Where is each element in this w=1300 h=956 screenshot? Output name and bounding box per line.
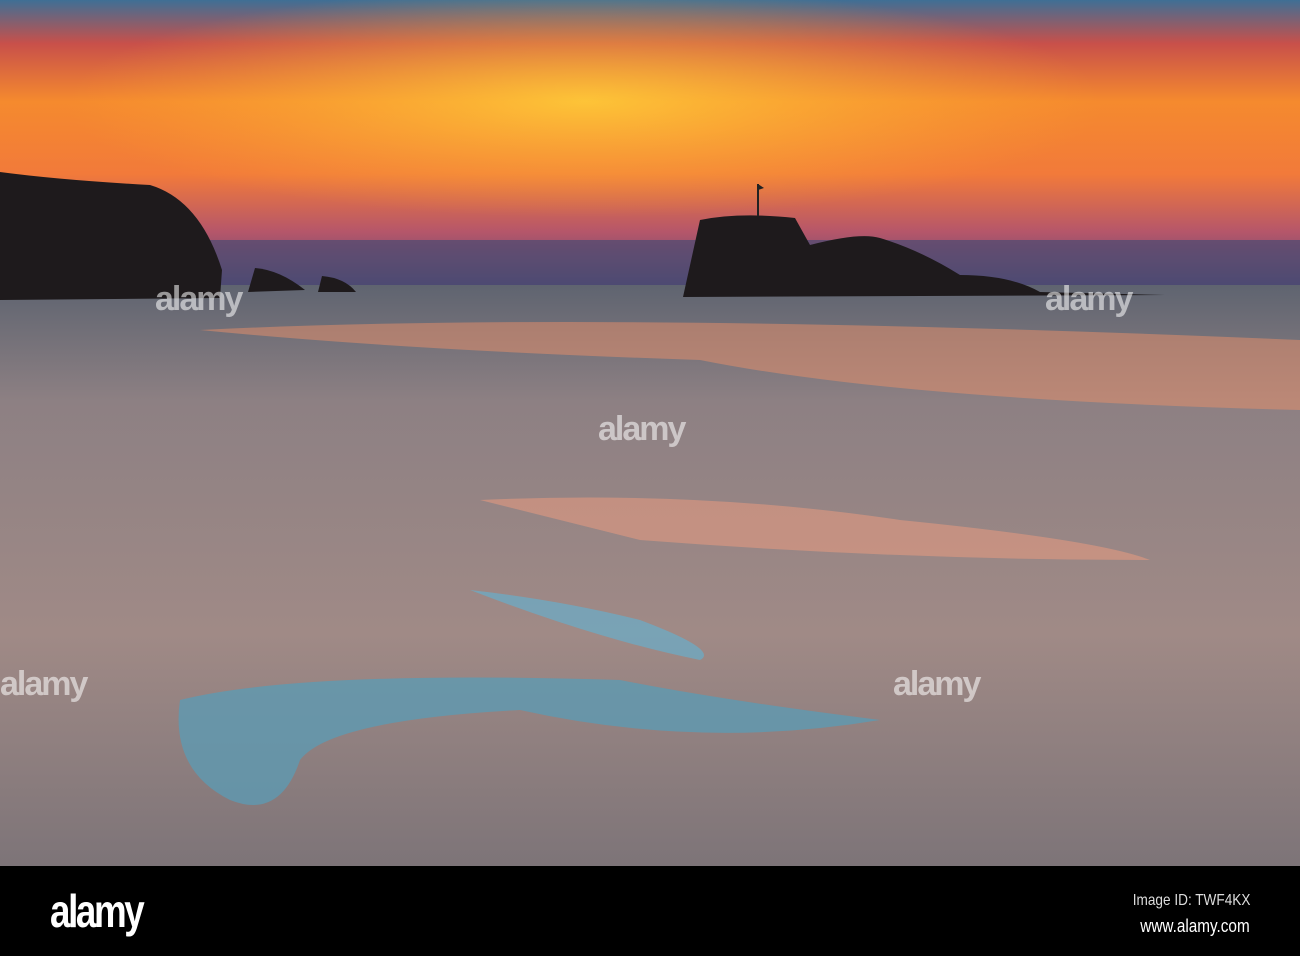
watermark: alamy xyxy=(1045,280,1133,318)
watermark: alamy xyxy=(893,665,981,703)
alamy-logo: alamy xyxy=(50,885,145,937)
watermark: alamy xyxy=(155,280,243,318)
beach-sunset-photo: alamy alamy alamy alamy alamy xyxy=(0,0,1300,866)
footer-bar: alamy Image ID: TWF4KX www.alamy.com xyxy=(0,866,1300,956)
website-url: www.alamy.com xyxy=(1140,916,1250,936)
watermark: alamy xyxy=(0,665,88,703)
watermark: alamy xyxy=(598,410,686,448)
image-id: Image ID: TWF4KX xyxy=(1132,892,1250,909)
